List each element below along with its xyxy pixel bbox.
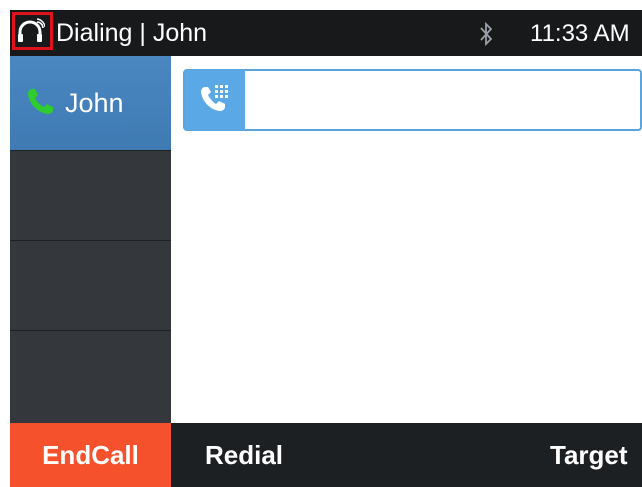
headset-icon	[18, 18, 45, 42]
status-bar: Dialing | John 11:33 AM	[10, 10, 642, 56]
line-panel: John	[10, 56, 171, 423]
dial-number-field[interactable]	[183, 69, 642, 131]
line-item-empty[interactable]	[10, 150, 171, 240]
dial-input[interactable]	[245, 71, 640, 129]
bluetooth-icon	[480, 22, 493, 46]
dial-icon-tile	[185, 71, 245, 129]
phone-icon	[28, 89, 53, 114]
line-item-empty[interactable]	[10, 330, 171, 423]
dialpad-phone-icon	[201, 85, 228, 111]
line-name: John	[65, 88, 124, 118]
line-item-empty[interactable]	[10, 240, 171, 330]
end-call-button[interactable]: EndCall	[10, 423, 171, 487]
redial-button[interactable]: Redial	[205, 423, 305, 487]
softkey-bar: EndCall Redial Target	[10, 423, 642, 487]
phone-screen: Dialing | John 11:33 AM John EndCall Red…	[0, 0, 642, 487]
status-time: 11:33 AM	[530, 20, 630, 47]
status-title: Dialing | John	[56, 19, 208, 47]
dial-area	[171, 56, 642, 423]
line-item-john[interactable]: John	[10, 56, 171, 150]
target-button[interactable]: Target	[550, 423, 642, 487]
